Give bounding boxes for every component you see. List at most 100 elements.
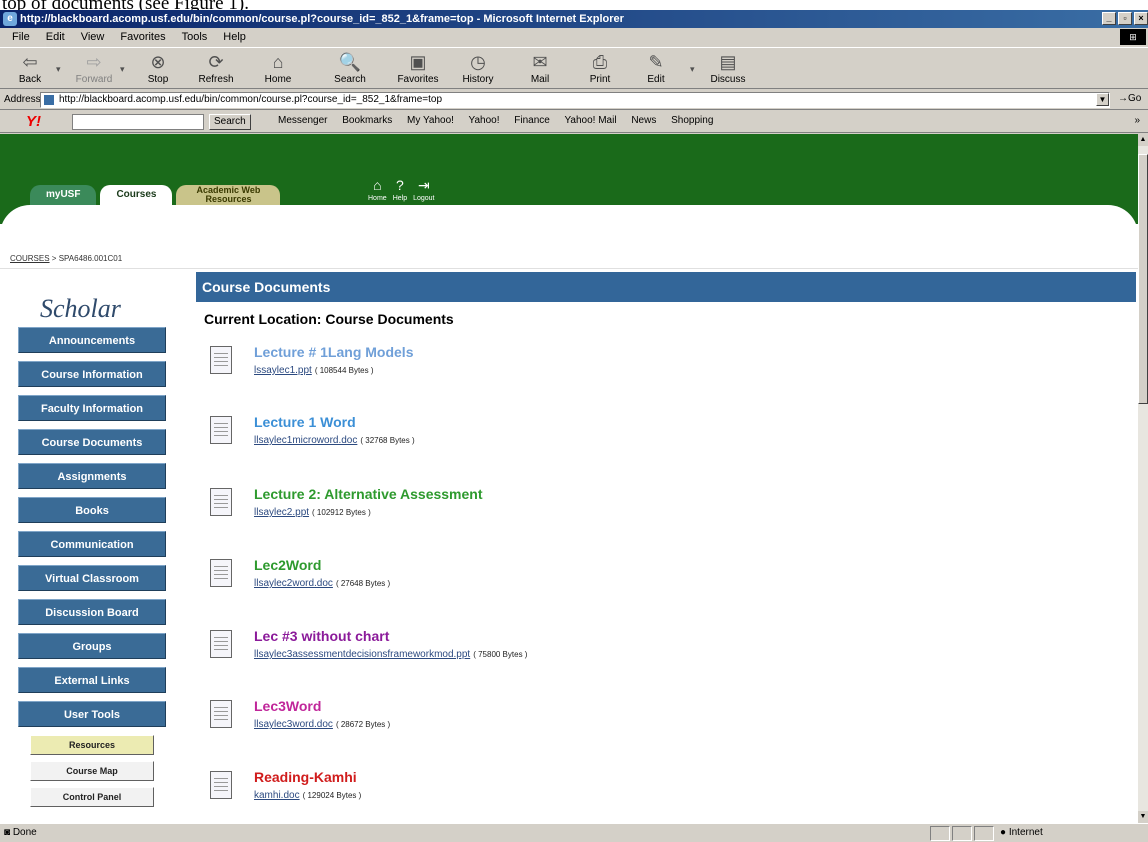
document-icon[interactable] [210,700,232,728]
nav-course-information[interactable]: Course Information [18,361,166,387]
ie-icon: e [3,12,17,26]
nav-course-documents[interactable]: Course Documents [18,429,166,455]
nav-user-tools[interactable]: User Tools [18,701,166,727]
scroll-down-icon[interactable]: ▼ [1138,811,1148,823]
stop-button[interactable]: ⊗ Stop [132,50,184,88]
document-icon[interactable] [210,346,232,374]
document-title: Lec #3 without chart [254,628,390,644]
nav-communication[interactable]: Communication [18,531,166,557]
breadcrumb-courses-link[interactable]: COURSES [10,254,50,263]
page-viewport: myUSF Courses Academic Web Resources ⌂ Ho… [0,134,1138,823]
vertical-scrollbar[interactable]: ▲ ▼ [1138,134,1148,823]
yahoo-search-input[interactable] [72,114,204,130]
toolbar-more-icon[interactable]: » [1134,115,1140,126]
edit-button[interactable]: ✎ Edit [630,50,682,88]
forward-button[interactable]: ⇨ Forward [68,50,120,88]
refresh-button[interactable]: ⟳ Refresh [190,50,242,88]
menu-tools[interactable]: Tools [180,31,210,43]
go-button[interactable]: →Go [1118,93,1141,104]
discuss-button[interactable]: ▤ Discuss [702,50,754,88]
yahoo-link-messenger[interactable]: Messenger [278,115,327,126]
standard-toolbar: ⇦ Back ▾ ⇨ Forward ▾ ⊗ Stop ⟳ Refresh ⌂ Home … [0,47,1148,89]
tool-course-map-button[interactable]: Course Map [30,761,154,781]
tool-resources-button[interactable]: Resources [30,735,154,755]
menu-help[interactable]: Help [221,31,248,43]
back-button[interactable]: ⇦ Back [4,50,56,88]
close-button[interactable]: × [1134,12,1148,25]
yahoo-link-news[interactable]: News [631,115,656,126]
yahoo-logo-icon[interactable]: Y! [26,113,41,130]
window-title: http://blackboard.acomp.usf.edu/bin/comm… [20,13,624,25]
document-file-link[interactable]: llsaylec3assessmentdecisionsframeworkmod… [254,649,470,660]
home-icon: ⌂ [373,177,382,193]
home-button[interactable]: ⌂ Home [252,50,304,88]
document-file-link[interactable]: llsaylec2word.doc [254,578,333,589]
nav-discussion-board[interactable]: Discussion Board [18,599,166,625]
help-icon: ? [395,177,404,193]
address-dropdown-icon[interactable]: ▼ [1096,93,1109,106]
page-done-icon: ◙ [4,827,13,838]
favorites-button[interactable]: ▣ Favorites [392,50,444,88]
document-file-link[interactable]: llsaylec3word.doc [254,719,333,730]
history-button[interactable]: ◷ History [452,50,504,88]
nav-assignments[interactable]: Assignments [18,463,166,489]
yahoo-link-shopping[interactable]: Shopping [671,115,713,126]
logout-icon: ⇥ [417,177,430,193]
scroll-thumb[interactable] [1138,154,1148,404]
document-icon[interactable] [210,771,232,799]
search-button[interactable]: 🔍 Search [324,50,376,88]
portal-tabs: myUSF Courses Academic Web Resources [30,185,281,205]
tab-academic-web-resources[interactable]: Academic Web Resources [176,185,281,205]
menu-bar: File Edit View Favorites Tools Help ⊞ [0,28,1148,46]
document-icon[interactable] [210,488,232,516]
document-file-link[interactable]: lssaylec1.ppt [254,365,312,376]
edit-icon: ✎ [648,52,664,72]
document-title: Lecture 1 Word [254,414,356,430]
print-button[interactable]: ⎙ Print [574,50,626,88]
yahoo-link-yahoo[interactable]: Yahoo! [469,115,500,126]
tool-control-panel-button[interactable]: Control Panel [30,787,154,807]
minimize-button[interactable]: _ [1102,12,1116,25]
menu-favorites[interactable]: Favorites [118,31,167,43]
document-file-link[interactable]: llsaylec2.ppt [254,507,309,518]
status-cell [952,826,972,841]
menu-view[interactable]: View [79,31,107,43]
yahoo-link-my-yahoo[interactable]: My Yahoo! [407,115,454,126]
maximize-button[interactable]: ▫ [1118,12,1132,25]
edit-dropdown-icon[interactable]: ▾ [690,64,695,75]
tab-myusf[interactable]: myUSF [30,185,97,205]
document-icon[interactable] [210,559,232,587]
document-icon[interactable] [210,630,232,658]
nav-faculty-information[interactable]: Faculty Information [18,395,166,421]
yahoo-link-bookmarks[interactable]: Bookmarks [342,115,392,126]
forward-dropdown-icon[interactable]: ▾ [120,64,125,75]
nav-groups[interactable]: Groups [18,633,166,659]
menu-edit[interactable]: Edit [44,31,67,43]
back-dropdown-icon[interactable]: ▾ [56,64,61,75]
mail-icon: ✉ [532,52,548,72]
header-help-button[interactable]: ? Help [393,178,407,203]
header-logout-button[interactable]: ⇥ Logout [413,178,434,203]
tab-courses[interactable]: Courses [100,185,173,205]
print-icon: ⎙ [592,52,608,72]
scroll-up-icon[interactable]: ▲ [1138,134,1148,146]
header-curve [0,205,1138,235]
header-home-button[interactable]: ⌂ Home [368,178,387,203]
menu-file[interactable]: File [10,31,32,43]
browser-window: e http://blackboard.acomp.usf.edu/bin/co… [0,10,1148,842]
mail-button[interactable]: ✉ Mail [514,50,566,88]
yahoo-search-button[interactable]: Search [209,114,251,130]
yahoo-link-mail[interactable]: Yahoo! Mail [564,115,616,126]
document-size: ( 27648 Bytes ) [335,579,391,588]
nav-books[interactable]: Books [18,497,166,523]
yahoo-link-finance[interactable]: Finance [514,115,550,126]
nav-external-links[interactable]: External Links [18,667,166,693]
address-input[interactable]: http://blackboard.acomp.usf.edu/bin/comm… [40,92,1110,108]
document-title: Lecture 2: Alternative Assessment [254,486,483,502]
document-title: Reading-Kamhi [254,769,357,785]
nav-virtual-classroom[interactable]: Virtual Classroom [18,565,166,591]
document-icon[interactable] [210,416,232,444]
nav-announcements[interactable]: Announcements [18,327,166,353]
document-file-link[interactable]: llsaylec1microword.doc [254,435,357,446]
document-file-link[interactable]: kamhi.doc [254,790,300,801]
